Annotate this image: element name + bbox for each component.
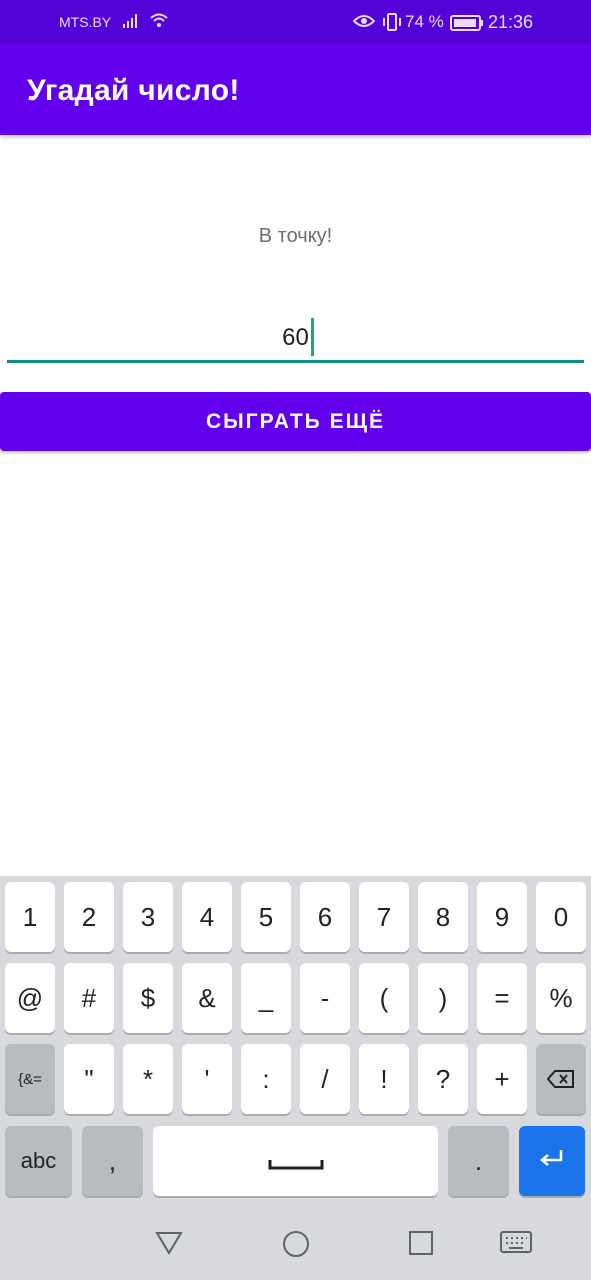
key-plus[interactable]: + — [477, 1044, 527, 1114]
guess-input-value: 60 — [282, 324, 309, 351]
key-more-symbols[interactable]: {&= — [5, 1044, 55, 1114]
key-question[interactable]: ? — [418, 1044, 468, 1114]
key-double-quote[interactable]: " — [64, 1044, 114, 1114]
system-nav-bar — [0, 1200, 591, 1280]
key-hash[interactable]: # — [64, 963, 114, 1033]
keyboard-toggle-icon[interactable] — [499, 1230, 533, 1261]
key-period[interactable]: . — [448, 1126, 509, 1196]
signal-icon — [123, 12, 141, 33]
key-at[interactable]: @ — [5, 963, 55, 1033]
key-ampersand[interactable]: & — [182, 963, 232, 1033]
enter-key[interactable] — [519, 1126, 585, 1196]
key-7[interactable]: 7 — [359, 882, 409, 952]
app-bar: Угадай число! — [0, 44, 591, 135]
backspace-key[interactable] — [536, 1044, 586, 1114]
backspace-icon — [546, 1064, 575, 1095]
key-slash[interactable]: / — [300, 1044, 350, 1114]
text-cursor — [311, 318, 314, 356]
key-1[interactable]: 1 — [5, 882, 55, 952]
battery-icon — [450, 15, 484, 36]
abc-key[interactable]: abc — [5, 1126, 72, 1196]
status-bar: MTS.BY 74 % 21:36 — [0, 0, 591, 44]
clock: 21:36 — [488, 12, 534, 32]
key-minus[interactable]: - — [300, 963, 350, 1033]
eye-comfort-icon — [352, 13, 376, 34]
wifi-icon — [149, 12, 169, 33]
app-screen: MTS.BY 74 % 21:36 Угадай число! В точку!… — [0, 0, 591, 1280]
guess-input[interactable]: 60 — [7, 312, 584, 363]
key-equals[interactable]: = — [477, 963, 527, 1033]
key-8[interactable]: 8 — [418, 882, 468, 952]
key-0[interactable]: 0 — [536, 882, 586, 952]
key-comma[interactable]: , — [82, 1126, 143, 1196]
key-9[interactable]: 9 — [477, 882, 527, 952]
key-2[interactable]: 2 — [64, 882, 114, 952]
key-5[interactable]: 5 — [241, 882, 291, 952]
home-icon[interactable] — [282, 1230, 310, 1263]
app-title: Угадай число! — [27, 74, 240, 107]
key-apostrophe[interactable]: ' — [182, 1044, 232, 1114]
key-paren-right[interactable]: ) — [418, 963, 468, 1033]
space-icon — [268, 1146, 324, 1177]
space-key[interactable] — [153, 1126, 438, 1196]
vibrate-icon — [381, 13, 403, 36]
key-colon[interactable]: : — [241, 1044, 291, 1114]
enter-icon — [537, 1146, 567, 1177]
carrier-label: MTS.BY — [59, 14, 112, 30]
key-3[interactable]: 3 — [123, 882, 173, 952]
key-dollar[interactable]: $ — [123, 963, 173, 1033]
play-again-button[interactable]: СЫГРАТЬ ЕЩЁ — [0, 392, 591, 451]
battery-percent: 74 % — [405, 12, 444, 31]
key-asterisk[interactable]: * — [123, 1044, 173, 1114]
key-percent[interactable]: % — [536, 963, 586, 1033]
recents-icon[interactable] — [408, 1230, 434, 1261]
back-icon[interactable] — [155, 1230, 183, 1261]
soft-keyboard: 1 2 3 4 5 6 7 8 9 0 @ # $ & _ - ( ) = % … — [0, 876, 591, 1200]
result-text: В точку! — [258, 225, 333, 247]
key-4[interactable]: 4 — [182, 882, 232, 952]
key-exclamation[interactable]: ! — [359, 1044, 409, 1114]
key-6[interactable]: 6 — [300, 882, 350, 952]
key-underscore[interactable]: _ — [241, 963, 291, 1033]
key-paren-left[interactable]: ( — [359, 963, 409, 1033]
